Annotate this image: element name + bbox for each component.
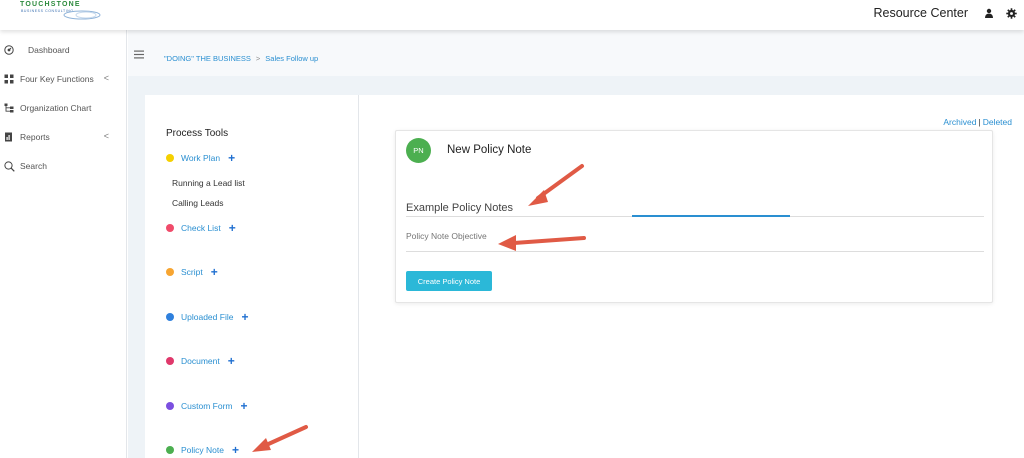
policy-note-dot-icon bbox=[166, 446, 174, 454]
search-icon bbox=[2, 159, 16, 173]
add-work-plan-icon[interactable]: + bbox=[228, 152, 235, 164]
breadcrumb: "DOING" THE BUSINESS > Sales Follow up bbox=[164, 54, 318, 63]
policy-note-objective-input[interactable] bbox=[406, 229, 984, 252]
tool-policy-note: Policy Note + bbox=[166, 443, 239, 457]
tool-uploaded-file-link[interactable]: Uploaded File bbox=[181, 312, 233, 322]
sidebar-item-label: Organization Chart bbox=[20, 103, 92, 113]
document-dot-icon bbox=[166, 357, 174, 365]
hamburger-menu-icon[interactable] bbox=[134, 46, 148, 60]
tool-custom-form-link[interactable]: Custom Form bbox=[181, 401, 232, 411]
tool-document-link[interactable]: Document bbox=[181, 356, 220, 366]
tool-check-list-link[interactable]: Check List bbox=[181, 223, 221, 233]
work-plan-dot-icon bbox=[166, 154, 174, 162]
create-policy-note-button[interactable]: Create Policy Note bbox=[406, 271, 492, 291]
uploaded-file-dot-icon bbox=[166, 313, 174, 321]
sidebar-item-label: Search bbox=[20, 161, 47, 171]
resource-center-link[interactable]: Resource Center bbox=[874, 6, 969, 20]
company-logo[interactable]: TOUCHSTONE BUSINESS CONSULTING bbox=[20, 0, 102, 22]
user-icon[interactable] bbox=[980, 4, 998, 22]
sidebar-item-label: Reports bbox=[20, 132, 50, 142]
reports-icon bbox=[2, 130, 16, 144]
add-script-icon[interactable]: + bbox=[211, 266, 218, 278]
tool-script-link[interactable]: Script bbox=[181, 267, 203, 277]
content-panel: Process Tools Work Plan + Running a Lead… bbox=[145, 95, 1024, 458]
add-policy-note-icon[interactable]: + bbox=[232, 444, 239, 456]
sidebar-item-label: Four Key Functions bbox=[20, 74, 94, 84]
tool-policy-note-link[interactable]: Policy Note bbox=[181, 445, 224, 455]
sidebar-item-label: Dashboard bbox=[28, 45, 70, 55]
chevron-left-icon: < bbox=[103, 73, 109, 83]
work-plan-item[interactable]: Calling Leads bbox=[172, 198, 224, 208]
breadcrumb-separator: > bbox=[255, 54, 261, 63]
custom-form-dot-icon bbox=[166, 402, 174, 410]
breadcrumb-parent-link[interactable]: "DOING" THE BUSINESS bbox=[164, 54, 251, 63]
sidebar: Dashboard Four Key Functions < Organizat… bbox=[0, 30, 127, 458]
policy-note-editor-area: Archived|Deleted PN New Policy Note Crea… bbox=[360, 95, 1024, 458]
archived-link[interactable]: Archived bbox=[943, 117, 976, 127]
sidebar-item-four-key-functions[interactable]: Four Key Functions < bbox=[0, 70, 127, 88]
main-content: "DOING" THE BUSINESS > Sales Follow up Pro… bbox=[128, 30, 1024, 458]
new-policy-note-card: PN New Policy Note Create Policy Note bbox=[395, 130, 993, 303]
process-tools-column: Process Tools Work Plan + Running a Lead… bbox=[145, 95, 359, 458]
input-focus-underline bbox=[632, 215, 790, 217]
check-list-dot-icon bbox=[166, 224, 174, 232]
gear-icon[interactable] bbox=[1002, 4, 1020, 22]
archived-deleted-links: Archived | Deleted bbox=[943, 117, 1012, 127]
sidebar-item-search[interactable]: Search bbox=[0, 157, 127, 175]
work-plan-item[interactable]: Running a Lead list bbox=[172, 178, 245, 188]
tool-check-list: Check List + bbox=[166, 221, 236, 235]
tool-script: Script + bbox=[166, 265, 218, 279]
deleted-link[interactable]: Deleted bbox=[983, 117, 1012, 127]
top-right-controls: Resource Center bbox=[874, 0, 1024, 26]
card-title: New Policy Note bbox=[447, 144, 532, 156]
tool-work-plan-link[interactable]: Work Plan bbox=[181, 153, 220, 163]
breadcrumb-bar: "DOING" THE BUSINESS > Sales Follow up bbox=[128, 30, 1024, 76]
script-dot-icon bbox=[166, 268, 174, 276]
logo-swoosh-icon bbox=[63, 10, 101, 20]
avatar: PN bbox=[406, 138, 431, 163]
sidebar-item-reports[interactable]: Reports < bbox=[0, 128, 127, 146]
top-bar: TOUCHSTONE BUSINESS CONSULTING Resource … bbox=[0, 0, 1024, 30]
links-separator: | bbox=[978, 117, 981, 127]
sidebar-item-organization-chart[interactable]: Organization Chart bbox=[0, 99, 127, 117]
dashboard-icon bbox=[2, 43, 16, 57]
functions-icon bbox=[2, 72, 16, 86]
process-tools-title: Process Tools bbox=[166, 128, 229, 139]
org-chart-icon bbox=[2, 101, 16, 115]
tool-custom-form: Custom Form + bbox=[166, 399, 248, 413]
add-custom-form-icon[interactable]: + bbox=[240, 400, 247, 412]
chevron-left-icon: < bbox=[103, 131, 109, 141]
tool-document: Document + bbox=[166, 354, 235, 368]
breadcrumb-current[interactable]: Sales Follow up bbox=[265, 54, 318, 63]
add-check-list-icon[interactable]: + bbox=[229, 222, 236, 234]
add-document-icon[interactable]: + bbox=[228, 355, 235, 367]
tool-work-plan: Work Plan + bbox=[166, 151, 235, 165]
tool-uploaded-file: Uploaded File + bbox=[166, 310, 248, 324]
add-uploaded-file-icon[interactable]: + bbox=[241, 311, 248, 323]
sidebar-item-dashboard[interactable]: Dashboard bbox=[0, 41, 127, 59]
